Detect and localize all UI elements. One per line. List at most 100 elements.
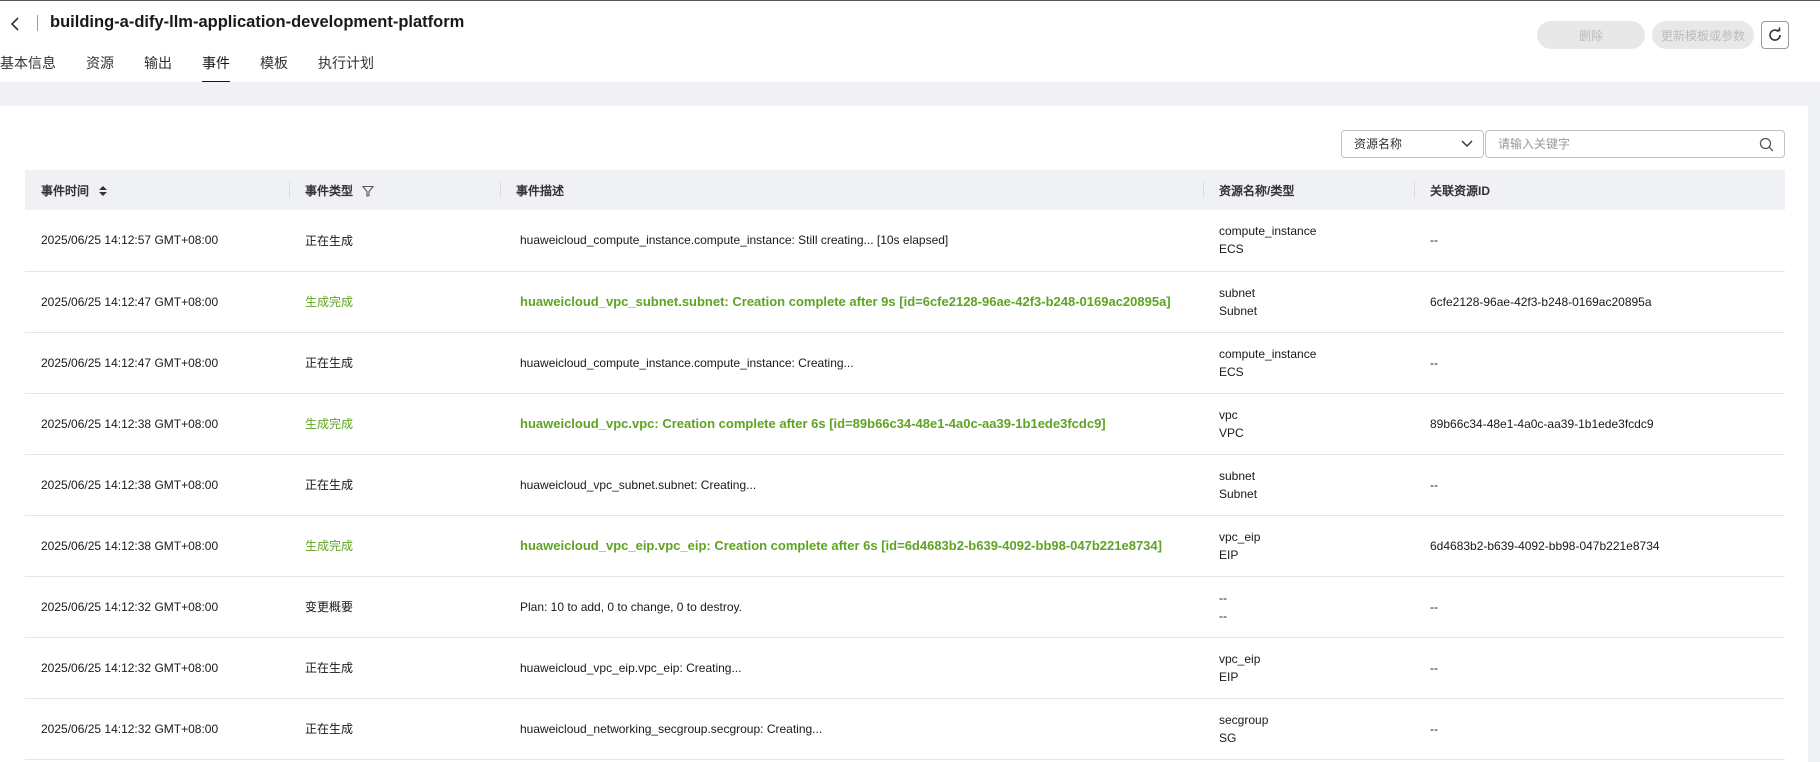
resource-type: -- — [1219, 608, 1227, 623]
event-time: 2025/06/25 14:12:32 GMT+08:00 — [41, 599, 219, 614]
resource-name-type: vpc VPC — [1203, 393, 1414, 454]
col-related-resource-id: 关联资源ID — [1414, 170, 1785, 210]
table-row: 2025/06/25 14:12:38 GMT+08:00 正在生成 huaweic… — [25, 454, 1785, 515]
event-description: huaweicloud_compute_instance.compute_ins… — [520, 233, 949, 248]
chevron-down-icon — [1461, 140, 1473, 147]
search-icon[interactable] — [1759, 137, 1774, 152]
resource-type: ECS — [1219, 364, 1244, 379]
related-resource-id: -- — [1430, 477, 1438, 492]
related-resource-id: -- — [1430, 660, 1438, 675]
page-gutter — [1808, 82, 1820, 762]
column-separator — [1203, 182, 1204, 198]
sort-icon[interactable] — [98, 185, 108, 197]
update-template-button[interactable]: 更新模板或参数 — [1652, 21, 1754, 49]
refresh-button[interactable] — [1761, 21, 1789, 49]
col-resource-name-type: 资源名称/类型 — [1203, 170, 1414, 210]
event-type: 正在生成 — [305, 233, 354, 248]
page-title: building-a-dify-llm-application-developm… — [50, 13, 465, 31]
table-row: 2025/06/25 14:12:47 GMT+08:00 正在生成 huaweic… — [25, 332, 1785, 393]
event-description: huaweicloud_vpc_eip.vpc_eip: Creation co… — [520, 538, 1162, 553]
column-separator — [289, 182, 290, 198]
event-description: huaweicloud_compute_instance.compute_ins… — [520, 355, 854, 370]
related-resource-id: 6d4683b2-b639-4092-bb98-047b221e8734 — [1430, 538, 1660, 553]
tab-resources[interactable]: 资源 — [86, 53, 114, 83]
column-separator — [500, 182, 501, 198]
back-button[interactable] — [6, 13, 24, 35]
resource-type: EIP — [1219, 547, 1239, 562]
resource-name-type: subnet Subnet — [1203, 454, 1414, 515]
col-event-description: 事件描述 — [500, 170, 1203, 210]
resource-type: Subnet — [1219, 486, 1258, 501]
title-divider — [37, 15, 38, 31]
event-time: 2025/06/25 14:12:38 GMT+08:00 — [41, 538, 219, 553]
tab-outputs[interactable]: 输出 — [144, 53, 172, 83]
resource-name: vpc_eip — [1219, 651, 1261, 666]
tab-events[interactable]: 事件 — [202, 53, 230, 83]
event-description: huaweicloud_vpc_subnet.subnet: Creation … — [520, 294, 1171, 309]
table-row: 2025/06/25 14:12:47 GMT+08:00 生成完成 huaweic… — [25, 271, 1785, 332]
tab-basic-info[interactable]: 基本信息 — [0, 53, 56, 83]
table-row: 2025/06/25 14:12:32 GMT+08:00 变更概要 Plan: 1… — [25, 576, 1785, 637]
tab-bar: 基本信息 资源 输出 事件 模板 执行计划 — [0, 53, 404, 83]
resource-type: SG — [1219, 730, 1237, 745]
event-type: 变更概要 — [305, 600, 354, 614]
related-resource-id: -- — [1430, 233, 1438, 248]
resource-name: compute_instance — [1219, 346, 1317, 361]
related-resource-id: -- — [1430, 599, 1438, 614]
resource-name-type: vpc_eip EIP — [1203, 515, 1414, 576]
table-row: 2025/06/25 14:12:38 GMT+08:00 生成完成 huaweic… — [25, 393, 1785, 454]
table-row: 2025/06/25 14:12:32 GMT+08:00 正在生成 huaweic… — [25, 698, 1785, 759]
resource-name: subnet — [1219, 285, 1256, 300]
event-description: huaweicloud_networking_secgroup.secgroup… — [520, 721, 823, 736]
table-header-row: 事件时间 事件类型 事件描述 资源名称/类型 关联资源ID — [25, 170, 1785, 210]
table-row: 2025/06/25 14:12:32 GMT+08:00 正在生成 huaweic… — [25, 637, 1785, 698]
resource-type: EIP — [1219, 669, 1239, 684]
related-resource-id: 6cfe2128-96ae-42f3-b248-0169ac20895a — [1430, 294, 1652, 309]
resource-name: -- — [1219, 590, 1227, 605]
event-type: 生成完成 — [305, 295, 354, 309]
resource-name-type: -- -- — [1203, 576, 1414, 637]
resource-name: subnet — [1219, 468, 1256, 483]
related-resource-id: 89b66c34-48e1-4a0c-aa39-1b1ede3fcdc9 — [1430, 416, 1654, 431]
delete-button[interactable]: 删除 — [1537, 21, 1645, 49]
resource-name: compute_instance — [1219, 224, 1317, 239]
event-time: 2025/06/25 14:12:47 GMT+08:00 — [41, 294, 219, 309]
col-event-type: 事件类型 — [289, 170, 500, 210]
event-description: huaweicloud_vpc_subnet.subnet: Creating.… — [520, 477, 757, 492]
resource-type: ECS — [1219, 242, 1244, 257]
filter-field-value: 资源名称 — [1354, 137, 1403, 151]
resource-name: vpc — [1219, 407, 1238, 422]
event-description: huaweicloud_vpc_eip.vpc_eip: Creating... — [520, 660, 742, 675]
tab-template[interactable]: 模板 — [260, 53, 288, 83]
refresh-icon — [1769, 27, 1781, 41]
resource-name-type: compute_instance ECS — [1203, 332, 1414, 393]
filter-icon[interactable] — [362, 185, 375, 198]
top-bar: building-a-dify-llm-application-developm… — [0, 0, 1820, 83]
related-resource-id: -- — [1430, 355, 1438, 370]
event-type: 生成完成 — [305, 539, 354, 553]
resource-name-type: vpc_eip EIP — [1203, 637, 1414, 698]
event-type: 生成完成 — [305, 417, 354, 431]
event-description: huaweicloud_vpc.vpc: Creation complete a… — [520, 416, 1106, 431]
resource-name: vpc_eip — [1219, 529, 1261, 544]
tab-execution-plans[interactable]: 执行计划 — [318, 53, 374, 83]
event-type: 正在生成 — [305, 356, 354, 370]
col-event-time[interactable]: 事件时间 — [25, 170, 289, 210]
resource-name-type: secgroup SG — [1203, 698, 1414, 759]
event-type: 正在生成 — [305, 478, 354, 492]
filter-field-select[interactable]: 资源名称 — [1341, 130, 1484, 158]
event-description: Plan: 10 to add, 0 to change, 0 to destr… — [520, 599, 742, 614]
column-separator — [1414, 182, 1415, 198]
resource-name-type: compute_instance ECS — [1203, 210, 1414, 271]
event-time: 2025/06/25 14:12:32 GMT+08:00 — [41, 721, 219, 736]
event-time: 2025/06/25 14:12:38 GMT+08:00 — [41, 416, 219, 431]
event-time: 2025/06/25 14:12:47 GMT+08:00 — [41, 355, 219, 370]
resource-type: Subnet — [1219, 303, 1258, 318]
search-input[interactable] — [1487, 132, 1747, 156]
search-box — [1485, 130, 1785, 158]
table-body: 2025/06/25 14:12:57 GMT+08:00 正在生成 huaweic… — [25, 210, 1785, 759]
resource-name: secgroup — [1219, 712, 1269, 727]
event-time: 2025/06/25 14:12:32 GMT+08:00 — [41, 660, 219, 675]
related-resource-id: -- — [1430, 721, 1438, 736]
resource-name-type: subnet Subnet — [1203, 271, 1414, 332]
